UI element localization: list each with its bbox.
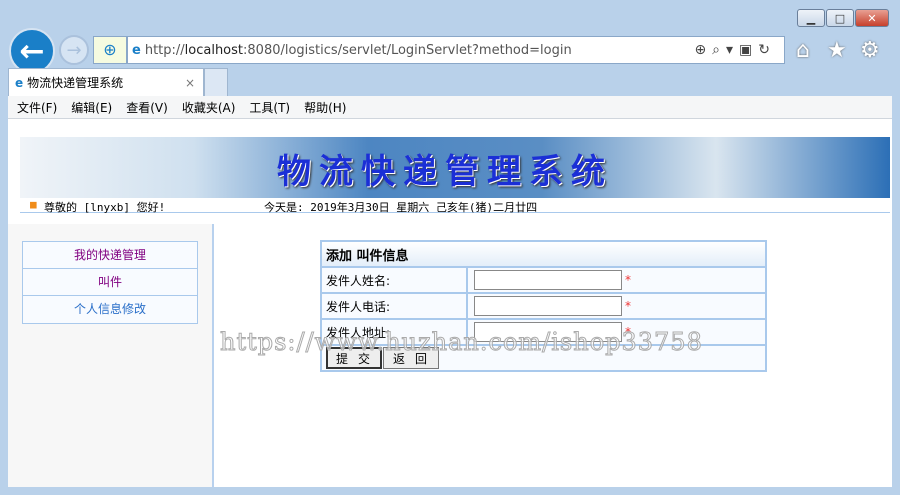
add-pickup-form: 添加 叫件信息 发件人姓名: * 发件人电话: * 发件人地址: * 提交 返回 (320, 240, 767, 372)
gear-icon[interactable]: ⚙ (860, 38, 880, 63)
tab-close-icon[interactable]: × (185, 76, 195, 90)
field-label: 发件人姓名: (320, 266, 468, 294)
menu-favorites[interactable]: 收藏夹(A) (182, 99, 236, 116)
maximize-button[interactable]: □ (826, 9, 854, 27)
close-window-button[interactable]: ✕ (855, 9, 889, 27)
form-title: 添加 叫件信息 (320, 240, 767, 268)
star-icon[interactable]: ★ (827, 38, 847, 63)
address-tools-icons[interactable]: ⊕⌕▾▣↻ (694, 42, 776, 58)
field-label: 发件人电话: (320, 292, 468, 320)
menu-bar: 文件(F) 编辑(E) 查看(V) 收藏夹(A) 工具(T) 帮助(H) (8, 96, 892, 119)
sidebar-item-profile-edit[interactable]: 个人信息修改 (23, 296, 197, 323)
date-text: 今天是: 2019年3月30日 星期六 己亥年(猪)二月廿四 (264, 201, 538, 214)
banner-title: 物流快递管理系统 (277, 151, 613, 192)
greeting-text: 尊敬的 [lnyxb] 您好! (44, 201, 166, 214)
menu-view[interactable]: 查看(V) (126, 99, 168, 116)
sidebar-item-my-express[interactable]: 我的快递管理 (23, 242, 197, 269)
menu-help[interactable]: 帮助(H) (304, 99, 346, 116)
arrow-left-icon: ← (19, 33, 45, 69)
sidebar-menu: 我的快递管理 叫件 个人信息修改 (22, 241, 198, 324)
menu-tools[interactable]: 工具(T) (249, 99, 290, 116)
required-mark: * (625, 324, 631, 339)
sender-address-input[interactable] (474, 322, 622, 342)
sidebar-item-call-pickup[interactable]: 叫件 (23, 269, 197, 296)
forward-button[interactable]: → (59, 35, 89, 65)
required-mark: * (625, 298, 631, 313)
ie-tab-icon: e (15, 75, 24, 90)
home-icon[interactable]: ⌂ (796, 38, 810, 63)
ie-logo-icon: e (132, 42, 141, 58)
address-bar[interactable]: e http://localhost:8080/logistics/servle… (127, 36, 785, 64)
arrow-right-icon: → (66, 39, 82, 61)
compatibility-shield-icon[interactable]: ⊕ (93, 36, 127, 64)
divider (212, 224, 214, 487)
back-form-button[interactable]: 返回 (383, 347, 439, 369)
submit-button[interactable]: 提交 (326, 347, 382, 369)
banner: 物流快递管理系统 (20, 137, 890, 199)
bullet-icon: ■ (30, 198, 37, 211)
sender-name-input[interactable] (474, 270, 622, 290)
minimize-button[interactable]: ▁ (797, 9, 825, 27)
sender-phone-input[interactable] (474, 296, 622, 316)
field-label: 发件人地址: (320, 318, 468, 346)
menu-edit[interactable]: 编辑(E) (71, 99, 112, 116)
tab-active[interactable]: e 物流快递管理系统 × (8, 68, 204, 96)
greeting-bar: ■ 尊敬的 [lnyxb] 您好! 今天是: 2019年3月30日 星期六 己亥… (20, 198, 890, 214)
menu-file[interactable]: 文件(F) (17, 99, 57, 116)
required-mark: * (625, 272, 631, 287)
new-tab-button[interactable] (204, 68, 228, 96)
